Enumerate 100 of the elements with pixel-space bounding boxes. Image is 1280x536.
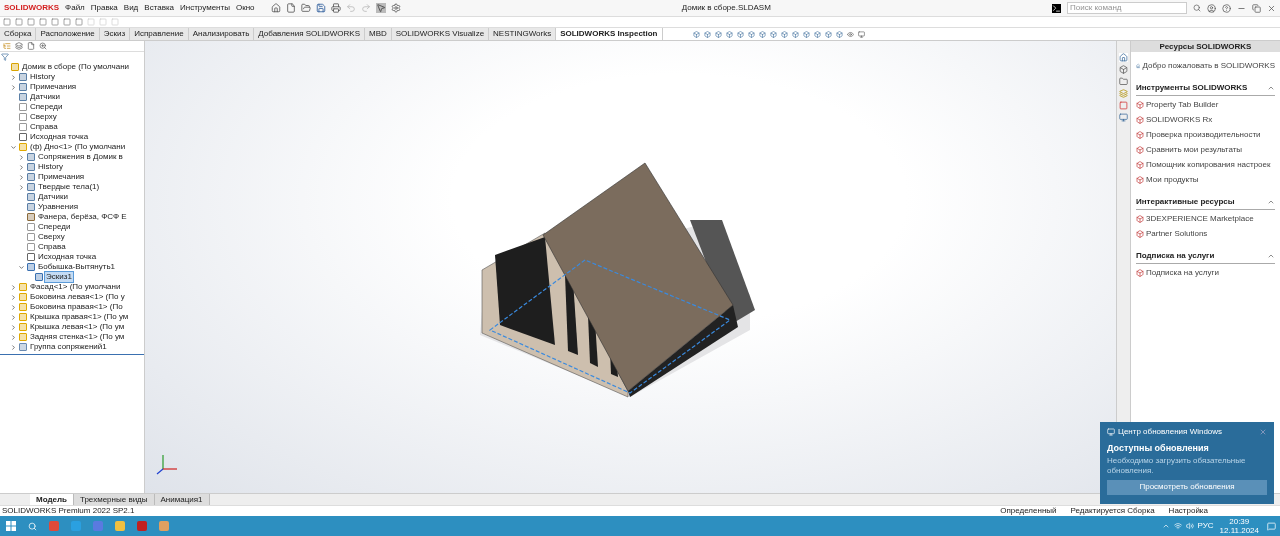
collapse-icon[interactable] [1267, 252, 1275, 260]
expand-icon[interactable] [17, 183, 25, 191]
tree-item[interactable]: History [29, 72, 56, 82]
tree-item[interactable]: Справа [29, 122, 59, 132]
view-tool-icon[interactable] [736, 30, 744, 38]
redo-icon[interactable] [360, 3, 371, 13]
tree-item[interactable]: Твердые тела(1) [37, 182, 101, 192]
expand-icon[interactable] [17, 173, 25, 181]
search-icon[interactable] [28, 521, 37, 531]
visibility-icon[interactable] [846, 30, 854, 38]
model-tab[interactable]: Трехмерные виды [74, 493, 155, 506]
collapse-icon[interactable] [1267, 84, 1275, 92]
open-icon[interactable] [300, 3, 311, 13]
view-tool-icon[interactable] [692, 30, 700, 38]
view-tool-icon[interactable] [714, 30, 722, 38]
new-file-icon[interactable] [285, 3, 296, 13]
tree-item[interactable]: Примечания [29, 82, 78, 92]
tree-tab-icon[interactable] [3, 42, 11, 50]
tree-item[interactable]: Спереди [37, 222, 72, 232]
view-tool-icon[interactable] [813, 30, 821, 38]
settings-icon[interactable] [390, 3, 401, 13]
help-icon[interactable] [1222, 3, 1231, 13]
menu-item[interactable]: Правка [90, 2, 118, 14]
expand-icon[interactable] [9, 313, 17, 321]
tree-item[interactable]: Домик в сборе (По умолчани [21, 62, 131, 72]
tree-item[interactable]: Крышка правая<1> (По ум [29, 312, 130, 322]
resource-link[interactable]: Подписка на услуги [1146, 267, 1219, 279]
tree-item[interactable]: Датчики [29, 92, 61, 102]
display-icon[interactable] [857, 30, 865, 38]
expand-icon[interactable] [9, 293, 17, 301]
notifications-icon[interactable] [1267, 521, 1276, 531]
tree-item[interactable]: Исходная точка [37, 252, 98, 262]
save-icon[interactable] [315, 3, 326, 13]
collapse-icon[interactable] [9, 143, 17, 151]
tree-item[interactable]: Сверху [37, 232, 66, 242]
clock-date[interactable]: 12.11.2024 [1219, 526, 1259, 535]
collapse-icon[interactable] [1267, 198, 1275, 206]
tree-item[interactable]: Сопряжения в Домик в [37, 152, 124, 162]
home-icon[interactable] [270, 3, 281, 13]
view-tool-icon[interactable] [769, 30, 777, 38]
expand-icon[interactable] [17, 163, 25, 171]
resource-link[interactable]: Property Tab Builder [1146, 99, 1219, 111]
appearance-tab-icon[interactable] [1119, 101, 1128, 110]
select-icon[interactable] [375, 3, 386, 13]
library-tab-icon[interactable] [1119, 89, 1128, 98]
user-icon[interactable] [1207, 3, 1216, 13]
tree-item[interactable]: History [37, 162, 64, 172]
expand-icon[interactable] [9, 333, 17, 341]
search-field[interactable]: Поиск команд [1067, 2, 1187, 14]
tree-item[interactable]: Уравнения [37, 202, 79, 212]
resource-link[interactable]: Partner Solutions [1146, 228, 1208, 240]
tree-item[interactable]: Группа сопряжений1 [29, 342, 108, 352]
menu-item[interactable]: Вид [123, 2, 139, 14]
view-tool-icon[interactable] [758, 30, 766, 38]
tree-item[interactable]: Сверху [29, 112, 58, 122]
view-tool-icon[interactable] [824, 30, 832, 38]
view-tool-icon[interactable] [802, 30, 810, 38]
tree-item[interactable]: Эскиз1 [45, 272, 73, 282]
view-tool-icon[interactable] [791, 30, 799, 38]
tree-item[interactable]: Исходная точка [29, 132, 90, 142]
view-tool-icon[interactable] [747, 30, 755, 38]
tree-item[interactable]: Крышка левая<1> (По ум [29, 322, 126, 332]
tree-item[interactable]: Примечания [37, 172, 86, 182]
view-tool-icon[interactable] [780, 30, 788, 38]
expand-icon[interactable] [9, 73, 17, 81]
tree-item[interactable]: Бобышка-Вытянуть1 [37, 262, 117, 272]
view-palette-icon[interactable] [1119, 113, 1128, 122]
folder-tab-icon[interactable] [1119, 77, 1128, 86]
expand-icon[interactable] [9, 283, 17, 291]
menu-item[interactable]: Файл [65, 2, 85, 14]
view-tool-icon[interactable] [835, 30, 843, 38]
print-icon[interactable] [330, 3, 341, 13]
model-tab[interactable]: Анимация1 [154, 493, 210, 506]
command-tab[interactable]: SOLIDWORKS Inspection [556, 28, 663, 40]
close-icon[interactable] [1267, 3, 1276, 13]
dimension-tab-icon[interactable] [39, 42, 47, 50]
welcome-link[interactable]: Добро пожаловать в SOLIDWORKS [1142, 60, 1275, 72]
expand-icon[interactable] [9, 343, 17, 351]
filter-icon[interactable] [1, 53, 9, 61]
resource-link[interactable]: Мои продукты [1146, 174, 1199, 186]
undo-icon[interactable] [345, 3, 356, 13]
view-tool-icon[interactable] [703, 30, 711, 38]
expand-icon[interactable] [17, 153, 25, 161]
parts-tab-icon[interactable] [1119, 65, 1128, 74]
resource-link[interactable]: Сравнить мои результаты [1146, 144, 1243, 156]
tree-item[interactable]: Фанера, берёза, ФСФ Е [37, 212, 128, 222]
tree-item[interactable]: Боковина правая<1> (По [29, 302, 124, 312]
resource-link[interactable]: SOLIDWORKS Rx [1146, 114, 1213, 126]
language-indicator[interactable]: РУС [1197, 520, 1214, 532]
config-tab-icon[interactable] [27, 42, 35, 50]
tree-item[interactable]: Задняя стенка<1> (По ум [29, 332, 126, 342]
view-tool-icon[interactable] [725, 30, 733, 38]
expand-icon[interactable] [9, 323, 17, 331]
menu-item[interactable]: Окно [235, 2, 255, 14]
resource-link[interactable]: Проверка производительности [1146, 129, 1261, 141]
properties-tab-icon[interactable] [15, 42, 23, 50]
clock-time[interactable]: 20:39 [1229, 517, 1250, 526]
tree-item[interactable]: Справа [37, 242, 67, 252]
home-tab-icon[interactable] [1119, 53, 1128, 62]
collapse-icon[interactable] [17, 263, 25, 271]
